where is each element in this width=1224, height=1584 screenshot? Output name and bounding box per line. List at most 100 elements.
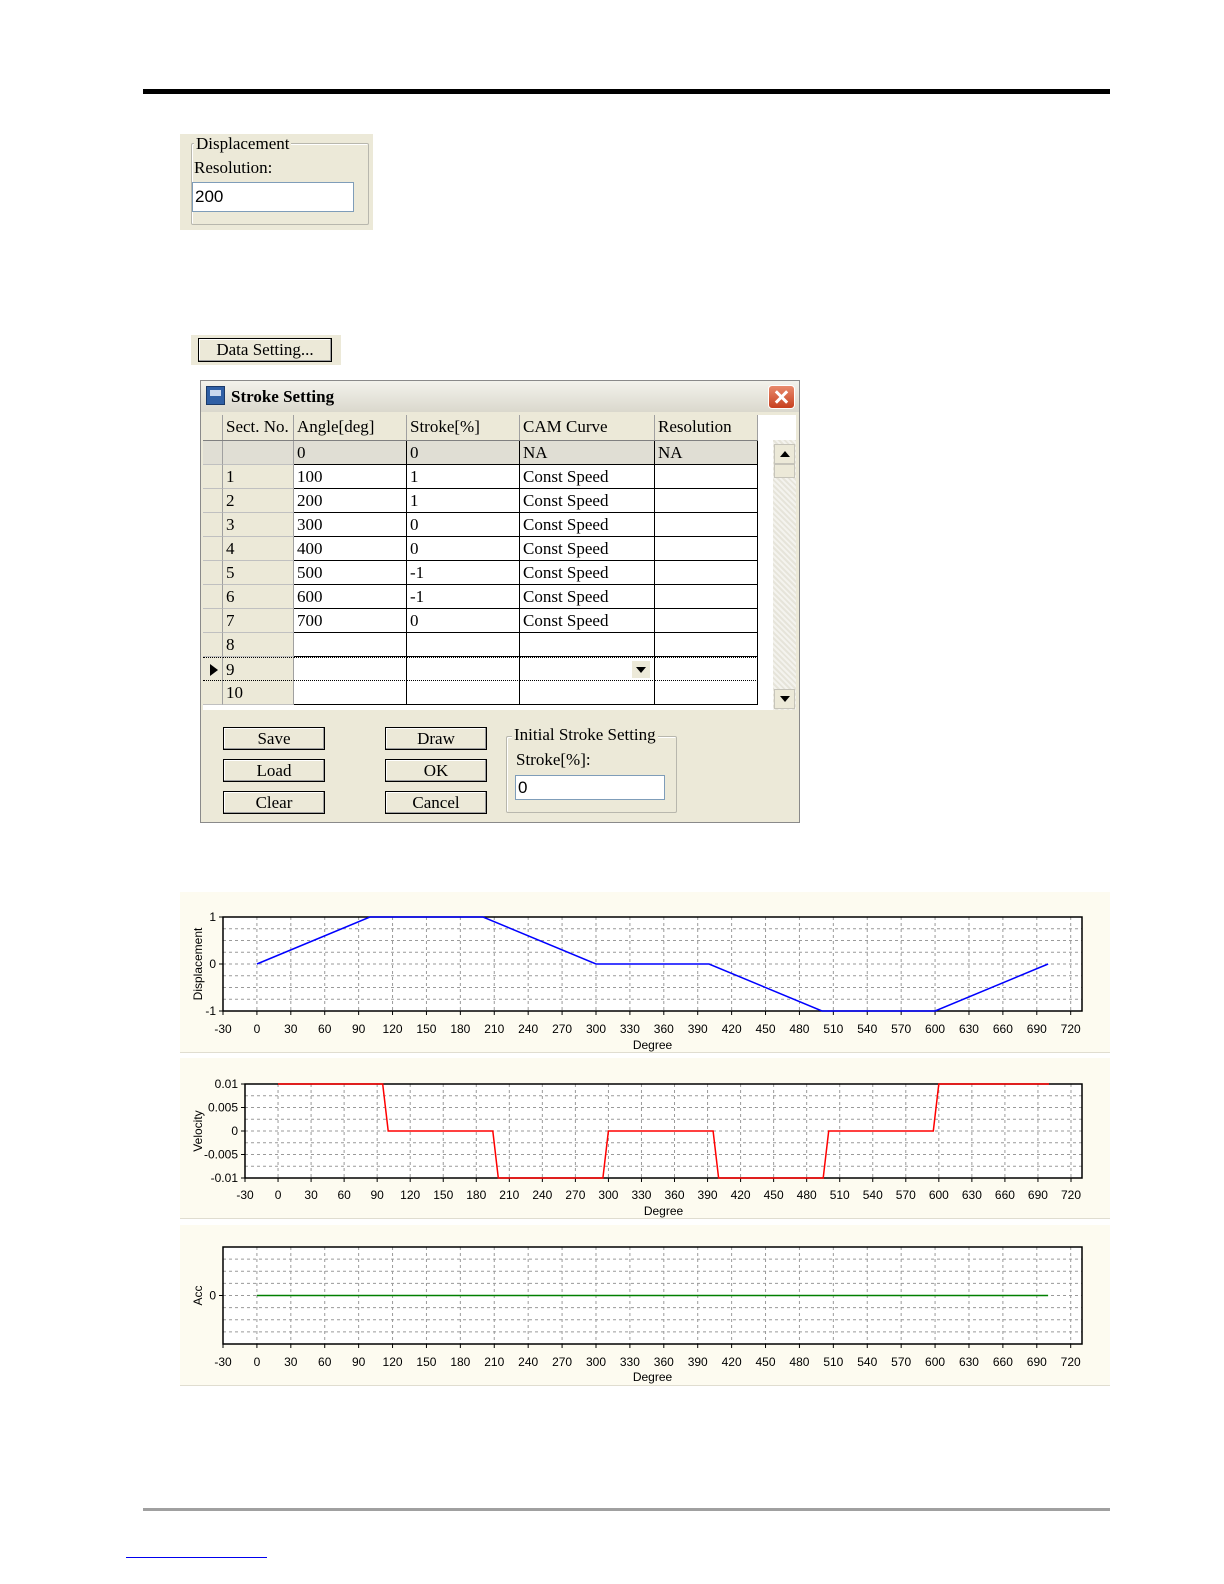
- cancel-button[interactable]: Cancel: [385, 791, 487, 814]
- cell-resolution[interactable]: [655, 681, 758, 705]
- col-header-angle[interactable]: Angle[deg]: [294, 415, 407, 440]
- cell-angle[interactable]: 400: [294, 537, 407, 561]
- cell-angle[interactable]: 700: [294, 609, 407, 633]
- row-selector[interactable]: [203, 609, 223, 633]
- cell-resolution[interactable]: [655, 657, 758, 681]
- cell-sect-no[interactable]: 5: [223, 561, 294, 585]
- table-row[interactable]: 10: [203, 681, 758, 705]
- cell-cam-curve[interactable]: NA: [520, 441, 655, 465]
- cell-stroke[interactable]: 0: [407, 537, 520, 561]
- dialog-titlebar[interactable]: Stroke Setting: [201, 381, 799, 412]
- initial-stroke-input[interactable]: [515, 775, 665, 800]
- scroll-thumb[interactable]: [774, 464, 795, 478]
- cell-sect-no[interactable]: 3: [223, 513, 294, 537]
- cell-sect-no[interactable]: 8: [223, 633, 294, 657]
- row-selector[interactable]: [203, 537, 223, 561]
- cell-angle[interactable]: 600: [294, 585, 407, 609]
- cell-stroke[interactable]: 1: [407, 489, 520, 513]
- cell-stroke[interactable]: [407, 657, 520, 681]
- scroll-up-icon[interactable]: [774, 444, 795, 464]
- col-header-resolution[interactable]: Resolution: [655, 415, 758, 440]
- cell-angle[interactable]: 0: [294, 441, 407, 465]
- row-selector[interactable]: [203, 441, 223, 465]
- col-header-cam-curve[interactable]: CAM Curve: [520, 415, 655, 440]
- cell-resolution[interactable]: [655, 633, 758, 657]
- cell-stroke[interactable]: 0: [407, 441, 520, 465]
- row-selector[interactable]: [203, 489, 223, 513]
- cell-sect-no[interactable]: 9: [223, 657, 294, 681]
- col-header-stroke[interactable]: Stroke[%]: [407, 415, 520, 440]
- cell-resolution[interactable]: [655, 537, 758, 561]
- row-selector[interactable]: [203, 465, 223, 489]
- cell-resolution[interactable]: [655, 489, 758, 513]
- cell-cam-curve[interactable]: Const Speed: [520, 513, 655, 537]
- table-row[interactable]: 4 400 0 Const Speed: [203, 537, 758, 561]
- cell-cam-curve[interactable]: Const Speed: [520, 561, 655, 585]
- cell-resolution[interactable]: [655, 609, 758, 633]
- cell-cam-curve[interactable]: [520, 657, 655, 681]
- data-setting-button[interactable]: Data Setting...: [198, 338, 332, 362]
- cell-cam-curve[interactable]: Const Speed: [520, 489, 655, 513]
- grid-scrollbar[interactable]: [773, 440, 796, 710]
- cell-stroke[interactable]: 0: [407, 513, 520, 537]
- row-selector[interactable]: [203, 513, 223, 537]
- cell-sect-no[interactable]: 2: [223, 489, 294, 513]
- cell-sect-no[interactable]: [223, 441, 294, 465]
- x-axis-label: Degree: [633, 1370, 673, 1384]
- cell-angle[interactable]: 300: [294, 513, 407, 537]
- cell-stroke[interactable]: [407, 633, 520, 657]
- cell-cam-curve[interactable]: Const Speed: [520, 465, 655, 489]
- row-selector[interactable]: [203, 633, 223, 657]
- cell-sect-no[interactable]: 10: [223, 681, 294, 705]
- table-row[interactable]: 2 200 1 Const Speed: [203, 489, 758, 513]
- table-row[interactable]: 1 100 1 Const Speed: [203, 465, 758, 489]
- table-row[interactable]: 0 0 NA NA: [203, 441, 758, 465]
- table-row[interactable]: 5 500 -1 Const Speed: [203, 561, 758, 585]
- save-button[interactable]: Save: [223, 727, 325, 750]
- cell-angle[interactable]: [294, 657, 407, 681]
- cell-stroke[interactable]: 1: [407, 465, 520, 489]
- table-row[interactable]: 8: [203, 633, 758, 657]
- chevron-down-icon[interactable]: [632, 661, 650, 678]
- cell-sect-no[interactable]: 1: [223, 465, 294, 489]
- cell-resolution[interactable]: [655, 561, 758, 585]
- row-selector[interactable]: [203, 585, 223, 609]
- table-row[interactable]: 7 700 0 Const Speed: [203, 609, 758, 633]
- cell-cam-curve[interactable]: Const Speed: [520, 609, 655, 633]
- cell-sect-no[interactable]: 4: [223, 537, 294, 561]
- cell-resolution[interactable]: [655, 585, 758, 609]
- table-row[interactable]: 6 600 -1 Const Speed: [203, 585, 758, 609]
- cell-stroke[interactable]: [407, 681, 520, 705]
- cell-cam-curve[interactable]: Const Speed: [520, 585, 655, 609]
- cell-stroke[interactable]: 0: [407, 609, 520, 633]
- cell-resolution[interactable]: [655, 513, 758, 537]
- table-row[interactable]: 9: [203, 657, 758, 681]
- table-row[interactable]: 3 300 0 Const Speed: [203, 513, 758, 537]
- cell-sect-no[interactable]: 7: [223, 609, 294, 633]
- stroke-grid[interactable]: Sect. No. Angle[deg] Stroke[%] CAM Curve…: [203, 415, 796, 710]
- cell-sect-no[interactable]: 6: [223, 585, 294, 609]
- cell-stroke[interactable]: -1: [407, 585, 520, 609]
- cell-angle[interactable]: 200: [294, 489, 407, 513]
- cell-resolution[interactable]: [655, 465, 758, 489]
- close-icon[interactable]: [768, 385, 795, 409]
- cell-angle[interactable]: 500: [294, 561, 407, 585]
- scroll-down-icon[interactable]: [774, 689, 795, 709]
- cell-cam-curve[interactable]: Const Speed: [520, 537, 655, 561]
- resolution-input[interactable]: [192, 182, 354, 212]
- row-selector[interactable]: [203, 561, 223, 585]
- cell-resolution[interactable]: NA: [655, 441, 758, 465]
- cell-cam-curve[interactable]: [520, 681, 655, 705]
- cell-angle[interactable]: 100: [294, 465, 407, 489]
- load-button[interactable]: Load: [223, 759, 325, 782]
- cell-stroke[interactable]: -1: [407, 561, 520, 585]
- draw-button[interactable]: Draw: [385, 727, 487, 750]
- row-selector[interactable]: [203, 657, 223, 681]
- cell-angle[interactable]: [294, 633, 407, 657]
- ok-button[interactable]: OK: [385, 759, 487, 782]
- clear-button[interactable]: Clear: [223, 791, 325, 814]
- cell-angle[interactable]: [294, 681, 407, 705]
- col-header-sect-no[interactable]: Sect. No.: [223, 415, 294, 440]
- cell-cam-curve[interactable]: [520, 633, 655, 657]
- row-selector[interactable]: [203, 681, 223, 705]
